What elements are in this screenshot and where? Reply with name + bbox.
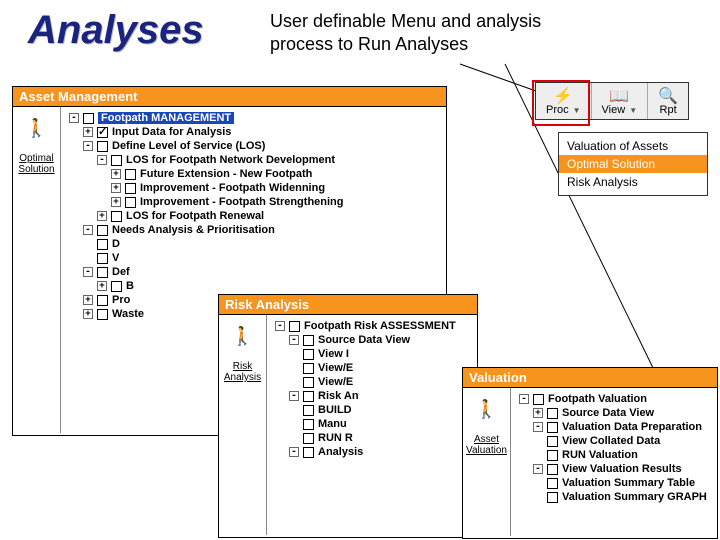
checkbox[interactable]: [303, 377, 314, 388]
checkbox[interactable]: [97, 239, 108, 250]
expand-icon[interactable]: +: [111, 169, 121, 179]
checkbox[interactable]: [111, 211, 122, 222]
checkbox[interactable]: [303, 433, 314, 444]
panel-sidebar: 🚶 Optimal Solution: [13, 107, 61, 433]
dropdown-arrow-icon: ▼: [573, 106, 581, 115]
slide-title: Analyses: [28, 8, 204, 53]
expand-icon[interactable]: -: [519, 394, 529, 404]
checkbox[interactable]: [547, 478, 558, 489]
checkbox[interactable]: [125, 183, 136, 194]
expand-icon[interactable]: -: [289, 335, 299, 345]
checkbox[interactable]: [97, 253, 108, 264]
expand-icon[interactable]: +: [97, 211, 107, 221]
checkbox[interactable]: [547, 492, 558, 503]
checkbox[interactable]: [97, 127, 108, 138]
slide-subtitle: User definable Menu and analysis process…: [270, 10, 600, 57]
checkbox[interactable]: [303, 349, 314, 360]
checkbox[interactable]: [303, 363, 314, 374]
checkbox[interactable]: [125, 169, 136, 180]
checkbox[interactable]: [97, 225, 108, 236]
checkbox[interactable]: [547, 450, 558, 461]
expand-icon[interactable]: -: [69, 113, 79, 123]
panel-title: Valuation: [463, 368, 717, 388]
panel-sidebar: 🚶 Asset Valuation: [463, 388, 511, 536]
checkbox[interactable]: [547, 408, 558, 419]
pedestrian-icon: 🚶: [477, 396, 497, 420]
expand-icon[interactable]: +: [83, 309, 93, 319]
view-button[interactable]: 📖 View▼: [592, 83, 649, 119]
checkbox[interactable]: [125, 197, 136, 208]
checkbox[interactable]: [97, 141, 108, 152]
checkbox[interactable]: [97, 309, 108, 320]
valuation-tree[interactable]: -Footpath Valuation +Source Data View -V…: [511, 388, 711, 536]
side-label-valuation[interactable]: Asset Valuation: [463, 434, 510, 456]
expand-icon[interactable]: -: [275, 321, 285, 331]
expand-icon[interactable]: -: [289, 391, 299, 401]
checkbox[interactable]: [303, 335, 314, 346]
expand-icon[interactable]: -: [533, 422, 543, 432]
risk-analysis-panel: Risk Analysis 🚶 Risk Analysis -Footpath …: [218, 294, 478, 538]
panel-title: Risk Analysis: [219, 295, 477, 315]
side-label-optimal[interactable]: Optimal Solution: [13, 153, 60, 175]
checkbox[interactable]: [97, 295, 108, 306]
expand-icon[interactable]: -: [97, 155, 107, 165]
report-icon: 🔍: [658, 86, 678, 104]
expand-icon[interactable]: +: [111, 183, 121, 193]
proc-item-valuation[interactable]: Valuation of Assets: [559, 137, 707, 155]
checkbox[interactable]: [303, 405, 314, 416]
valuation-panel: Valuation 🚶 Asset Valuation -Footpath Va…: [462, 367, 718, 539]
checkbox[interactable]: [547, 436, 558, 447]
proc-menu: Valuation of Assets Optimal Solution Ris…: [558, 132, 708, 196]
expand-icon[interactable]: +: [111, 197, 121, 207]
checkbox[interactable]: [97, 267, 108, 278]
checkbox[interactable]: [111, 155, 122, 166]
checkbox[interactable]: [83, 113, 94, 124]
side-label-risk[interactable]: Risk Analysis: [219, 361, 266, 383]
checkbox[interactable]: [111, 281, 122, 292]
expand-icon[interactable]: +: [83, 127, 93, 137]
panel-sidebar: 🚶 Risk Analysis: [219, 315, 267, 535]
book-icon: 📖: [609, 86, 629, 104]
expand-icon[interactable]: +: [83, 295, 93, 305]
risk-tree[interactable]: -Footpath Risk ASSESSMENT -Source Data V…: [267, 315, 460, 535]
dropdown-arrow-icon: ▼: [629, 106, 637, 115]
expand-icon[interactable]: -: [83, 225, 93, 235]
lightning-icon: ⚡: [553, 86, 573, 104]
expand-icon[interactable]: -: [83, 267, 93, 277]
expand-icon[interactable]: -: [83, 141, 93, 151]
pedestrian-icon: 🚶: [233, 323, 253, 347]
expand-icon[interactable]: -: [533, 464, 543, 474]
rpt-button[interactable]: 🔍 Rpt: [648, 83, 688, 119]
expand-icon[interactable]: -: [289, 447, 299, 457]
proc-item-risk[interactable]: Risk Analysis: [559, 173, 707, 191]
checkbox[interactable]: [303, 447, 314, 458]
analysis-toolbar: ⚡ Proc▼ 📖 View▼ 🔍 Rpt: [535, 82, 689, 120]
checkbox[interactable]: [303, 391, 314, 402]
checkbox[interactable]: [547, 464, 558, 475]
checkbox[interactable]: [303, 419, 314, 430]
panel-title: Asset Management: [13, 87, 446, 107]
pedestrian-icon: 🚶: [27, 115, 47, 139]
expand-icon[interactable]: +: [97, 281, 107, 291]
proc-item-optimal[interactable]: Optimal Solution: [559, 155, 707, 173]
checkbox[interactable]: [289, 321, 300, 332]
expand-icon[interactable]: +: [533, 408, 543, 418]
checkbox[interactable]: [533, 394, 544, 405]
proc-button[interactable]: ⚡ Proc▼: [536, 83, 592, 119]
checkbox[interactable]: [547, 422, 558, 433]
